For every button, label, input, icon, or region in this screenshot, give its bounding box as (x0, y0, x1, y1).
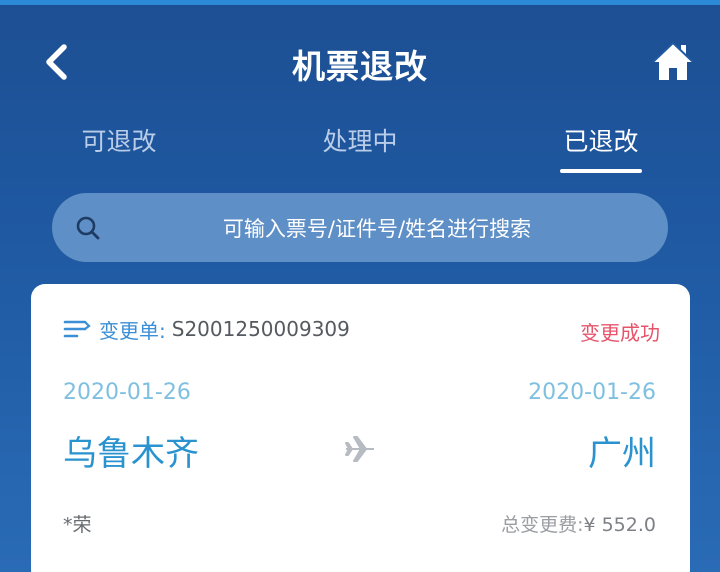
header: 机票退改 (0, 22, 720, 102)
order-number: S2001250009309 (171, 317, 350, 341)
tab-refundable[interactable]: 可退改 (49, 122, 189, 158)
home-button[interactable] (644, 32, 702, 90)
arrival-city: 广州 (588, 434, 656, 474)
status-badge: 变更成功 (580, 321, 660, 345)
passenger-name: *荣 (63, 514, 92, 536)
fee-amount: ¥ 552.0 (583, 514, 656, 536)
change-order-card[interactable]: 变更单: S2001250009309 变更成功 2020-01-26 2020… (31, 284, 690, 572)
total-change-fee: 总变更费:¥ 552.0 (501, 510, 656, 537)
order-label: 变更单: (99, 318, 166, 343)
tab-bar: 可退改 处理中 已退改 (0, 112, 720, 178)
order-info: 变更单: S2001250009309 (63, 314, 350, 344)
departure-date: 2020-01-26 (63, 380, 191, 405)
top-accent-line (0, 0, 720, 5)
search-input[interactable]: 可输入票号/证件号/姓名进行搜索 (52, 193, 668, 262)
active-tab-indicator (560, 169, 642, 173)
search-placeholder: 可输入票号/证件号/姓名进行搜索 (222, 217, 532, 241)
tab-refunded[interactable]: 已退改 (531, 122, 671, 158)
page-title: 机票退改 (292, 47, 428, 86)
tab-processing[interactable]: 处理中 (290, 122, 430, 158)
departure-city: 乌鲁木齐 (63, 434, 199, 474)
list-icon (63, 320, 91, 338)
arrival-date: 2020-01-26 (528, 380, 656, 405)
airplane-icon (345, 436, 374, 462)
home-icon (652, 41, 694, 80)
fee-label: 总变更费: (501, 514, 584, 536)
